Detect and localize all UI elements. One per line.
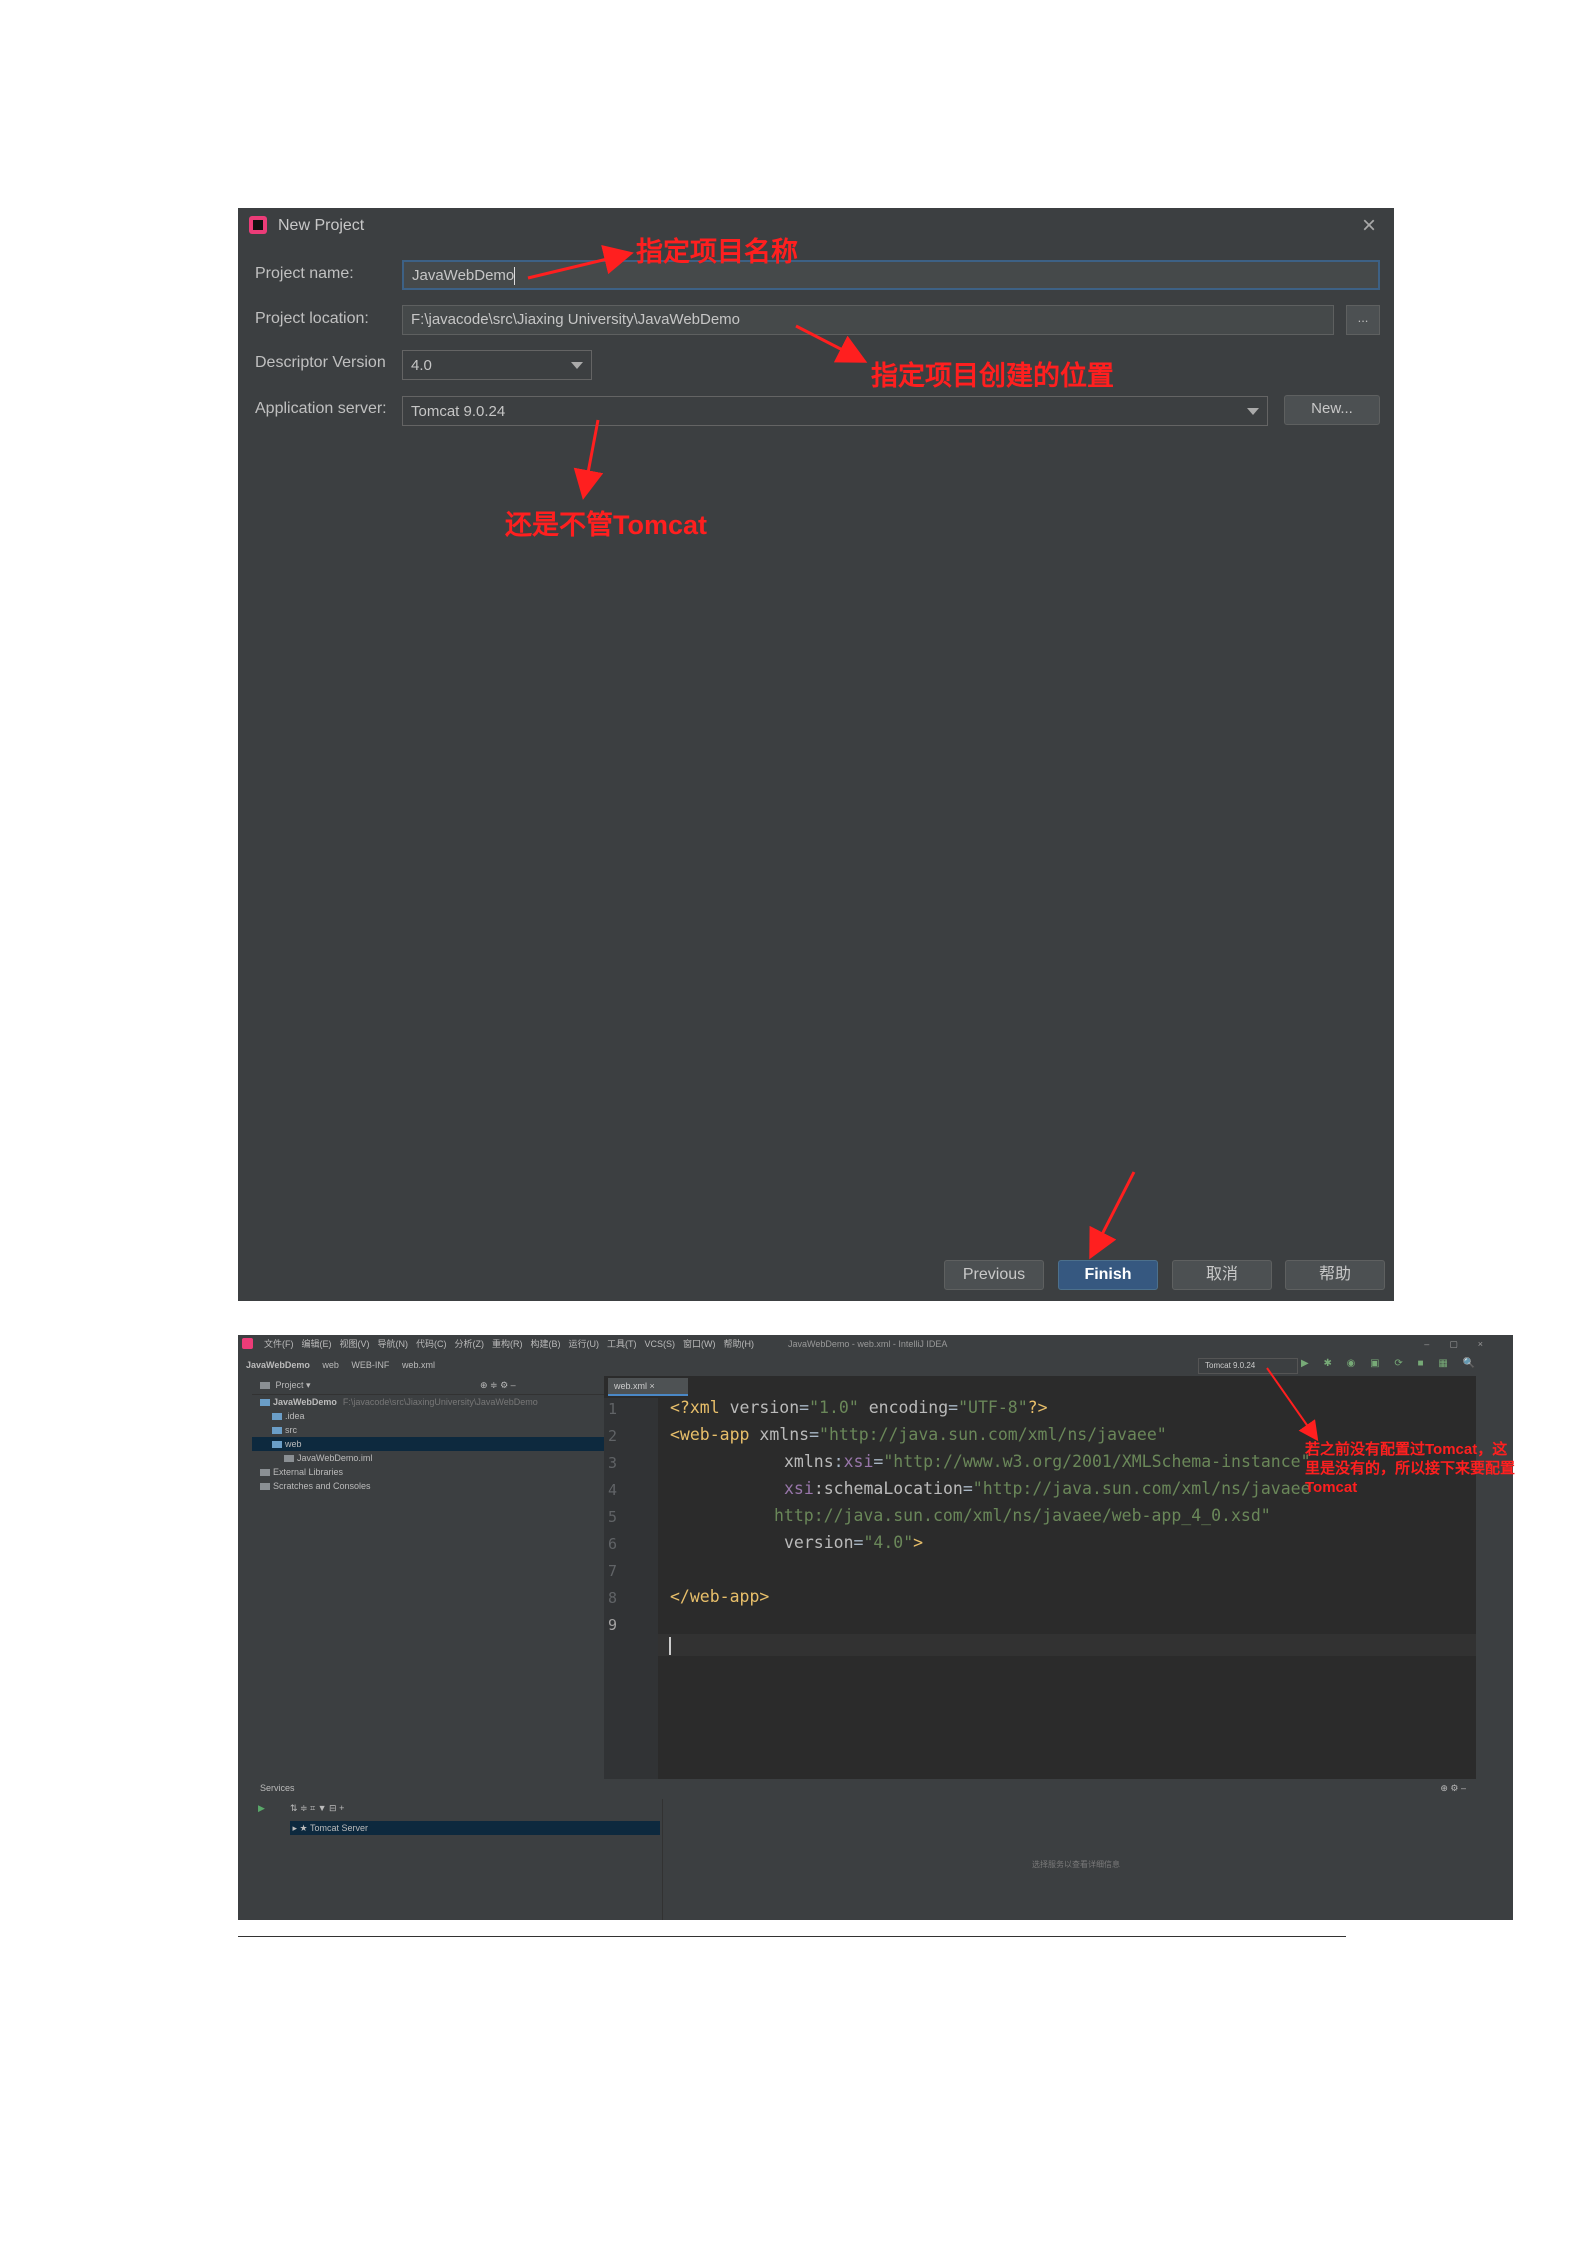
arrow-to-server-annotation — [573, 419, 604, 500]
arrow-to-run-configuration — [1266, 1367, 1319, 1442]
annotation-arrows — [527, 245, 1319, 1442]
arrow-to-location-annotation — [795, 324, 868, 363]
arrow-to-finish-button — [1089, 1171, 1136, 1260]
arrow-to-name-annotation — [527, 245, 634, 280]
